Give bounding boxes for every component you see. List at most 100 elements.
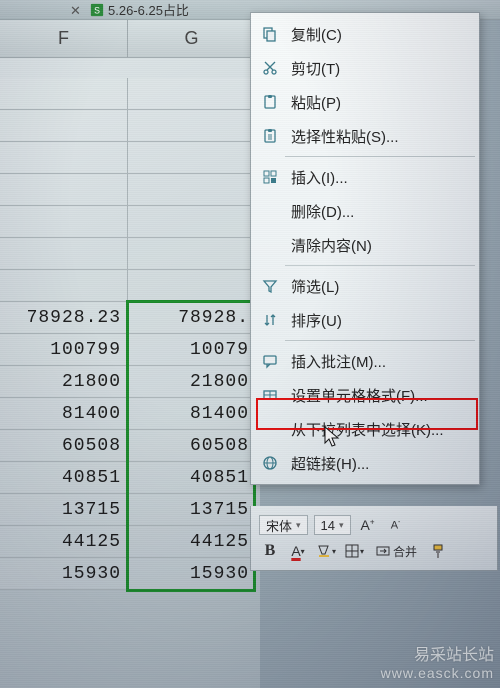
comment-icon <box>259 350 281 372</box>
cell[interactable]: 44125 <box>0 526 128 558</box>
menu-label: 筛选(L) <box>291 276 479 297</box>
watermark: 易采站长站 www.easck.com <box>381 646 494 682</box>
font-color-button[interactable]: A▾ <box>287 541 309 561</box>
cell[interactable] <box>128 78 256 110</box>
spreadsheet: F G 78928.2378928. 10079910079 218002180… <box>0 20 260 688</box>
cell[interactable] <box>128 142 256 174</box>
globe-icon <box>259 452 281 474</box>
menu-label: 排序(U) <box>291 310 479 331</box>
menu-label: 清除内容(N) <box>291 235 479 256</box>
column-header-f[interactable]: F <box>0 20 128 57</box>
merge-button[interactable]: 合并 <box>371 541 421 561</box>
blank-icon <box>259 200 281 222</box>
cell[interactable] <box>128 174 256 206</box>
blank-icon <box>259 234 281 256</box>
cell[interactable] <box>0 206 128 238</box>
cell[interactable] <box>0 142 128 174</box>
cell[interactable] <box>0 78 128 110</box>
cell[interactable]: 100799 <box>0 334 128 366</box>
sort-icon <box>259 309 281 331</box>
font-size-select[interactable]: 14 ▾ <box>314 515 351 535</box>
clipboard-special-icon <box>259 125 281 147</box>
menu-label: 选择性粘贴(S)... <box>291 126 479 147</box>
menu-insert-comment[interactable]: 插入批注(M)... <box>251 344 479 378</box>
menu-pick-from-list[interactable]: 从下拉列表中选择(K)... <box>251 412 479 446</box>
cell[interactable]: 81400 <box>128 398 256 430</box>
cell[interactable]: 44125 <box>128 526 256 558</box>
cell[interactable] <box>0 238 128 270</box>
mini-toolbar: 宋体 ▾ 14 ▾ A+ A- B A▾ ▾ ▾ 合并 <box>250 506 498 571</box>
menu-delete[interactable]: 删除(D)... <box>251 194 479 228</box>
cell[interactable]: 40851 <box>128 462 256 494</box>
borders-button[interactable]: ▾ <box>343 541 365 561</box>
tab-close-icon[interactable]: ✕ <box>70 3 84 17</box>
menu-label: 删除(D)... <box>291 201 479 222</box>
cell[interactable] <box>0 110 128 142</box>
menu-separator <box>285 265 475 266</box>
clipboard-icon <box>259 91 281 113</box>
cell[interactable] <box>128 238 256 270</box>
menu-label: 复制(C) <box>291 24 479 45</box>
cell[interactable]: 81400 <box>0 398 128 430</box>
decrease-font-button[interactable]: A- <box>385 515 407 535</box>
menu-hyperlink[interactable]: 超链接(H)... <box>251 446 479 480</box>
format-cells-icon <box>259 384 281 406</box>
menu-cut[interactable]: 剪切(T) <box>251 51 479 85</box>
chevron-down-icon: ▾ <box>296 520 301 531</box>
fill-color-button[interactable]: ▾ <box>315 541 337 561</box>
cell[interactable]: 21800 <box>0 366 128 398</box>
cell[interactable]: 13715 <box>128 494 256 526</box>
cell[interactable]: 78928.23 <box>0 302 128 334</box>
cell[interactable] <box>128 270 256 302</box>
menu-insert[interactable]: 插入(I)... <box>251 160 479 194</box>
svg-text:S: S <box>94 5 100 15</box>
menu-label: 超链接(H)... <box>291 453 479 474</box>
cell[interactable] <box>128 110 256 142</box>
font-name-value: 宋体 <box>266 516 292 535</box>
menu-label: 剪切(T) <box>291 58 479 79</box>
menu-sort[interactable]: 排序(U) <box>251 303 479 337</box>
context-menu: 复制(C) 剪切(T) 粘贴(P) 选择性粘贴(S)... 插入(I)... 删… <box>250 12 480 485</box>
tab-title[interactable]: 5.26-6.25占比 <box>108 0 189 19</box>
font-size-value: 14 <box>321 518 335 533</box>
menu-copy[interactable]: 复制(C) <box>251 17 479 51</box>
blank-icon <box>259 418 281 440</box>
funnel-icon <box>259 275 281 297</box>
font-name-select[interactable]: 宋体 ▾ <box>259 515 308 535</box>
cell-grid: 78928.2378928. 10079910079 2180021800 81… <box>0 78 260 688</box>
column-header-row: F G <box>0 20 260 58</box>
cell[interactable] <box>0 270 128 302</box>
menu-label: 插入(I)... <box>291 167 479 188</box>
watermark-line1: 易采站长站 <box>381 646 494 665</box>
chevron-down-icon: ▾ <box>360 547 364 556</box>
cell[interactable] <box>128 206 256 238</box>
cell[interactable]: 60508 <box>128 430 256 462</box>
menu-paste-special[interactable]: 选择性粘贴(S)... <box>251 119 479 153</box>
insert-cells-icon <box>259 166 281 188</box>
cell[interactable]: 78928. <box>128 302 256 334</box>
column-header-g[interactable]: G <box>128 20 256 57</box>
cell[interactable]: 40851 <box>0 462 128 494</box>
bold-button[interactable]: B <box>259 541 281 561</box>
watermark-line2: www.easck.com <box>381 665 494 682</box>
cell[interactable]: 10079 <box>128 334 256 366</box>
menu-label: 粘贴(P) <box>291 92 479 113</box>
cell[interactable]: 21800 <box>128 366 256 398</box>
copy-icon <box>259 23 281 45</box>
cell[interactable] <box>0 174 128 206</box>
cell[interactable]: 15930 <box>128 558 256 590</box>
cell[interactable]: 60508 <box>0 430 128 462</box>
menu-paste[interactable]: 粘贴(P) <box>251 85 479 119</box>
scissors-icon <box>259 57 281 79</box>
cell[interactable]: 15930 <box>0 558 128 590</box>
menu-separator <box>285 340 475 341</box>
chevron-down-icon: ▾ <box>339 520 344 531</box>
format-painter-button[interactable] <box>427 541 449 561</box>
menu-format-cells[interactable]: 设置单元格格式(F)... <box>251 378 479 412</box>
menu-clear-contents[interactable]: 清除内容(N) <box>251 228 479 262</box>
menu-label: 设置单元格格式(F)... <box>291 385 479 406</box>
menu-filter[interactable]: 筛选(L) <box>251 269 479 303</box>
cell[interactable]: 13715 <box>0 494 128 526</box>
increase-font-button[interactable]: A+ <box>357 515 379 535</box>
chevron-down-icon: ▾ <box>301 547 305 556</box>
